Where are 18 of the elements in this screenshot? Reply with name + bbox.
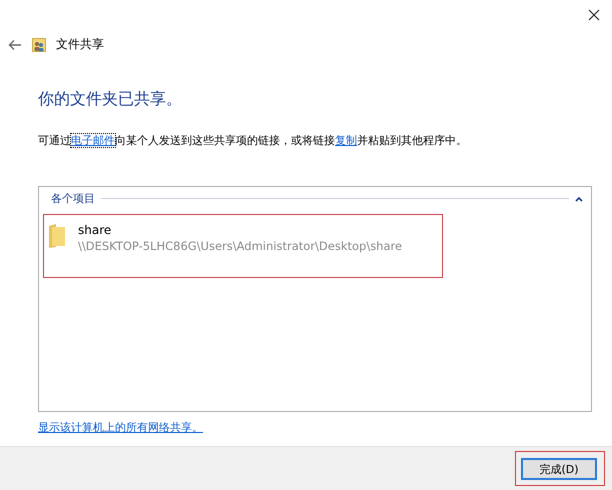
item-path: \\DESKTOP-5LHC86G\Users\Administrator\Desktop\share [78,239,402,253]
close-icon [588,9,600,21]
users-icon [32,38,46,52]
link[interactable]: 复制 [335,134,357,147]
group-title: 各个项目 [51,191,95,206]
window-title: 文件共享 [56,36,104,53]
show-all-shares-link[interactable]: 显示该计算机上的所有网络共享。 [38,420,203,435]
chevron-icon [575,196,583,202]
link[interactable]: 电子邮件 [71,134,115,147]
item-name: share [78,223,112,237]
back-button[interactable] [8,38,22,50]
done-button[interactable]: 完成(D) [521,458,597,480]
heading: 你的文件夹已共享。 [38,89,183,110]
collapse-button[interactable] [575,196,583,202]
description-text: 可通过电子邮件向某个人发送到这些共享项的链接，或将链接复制并粘贴到其他程序中。 [38,133,468,149]
shared-item[interactable]: share \\DESKTOP-5LHC86G\Users\Administrator\Desktop\share [43,214,443,278]
folder-icon [48,223,66,249]
back-arrow-icon [8,38,22,50]
